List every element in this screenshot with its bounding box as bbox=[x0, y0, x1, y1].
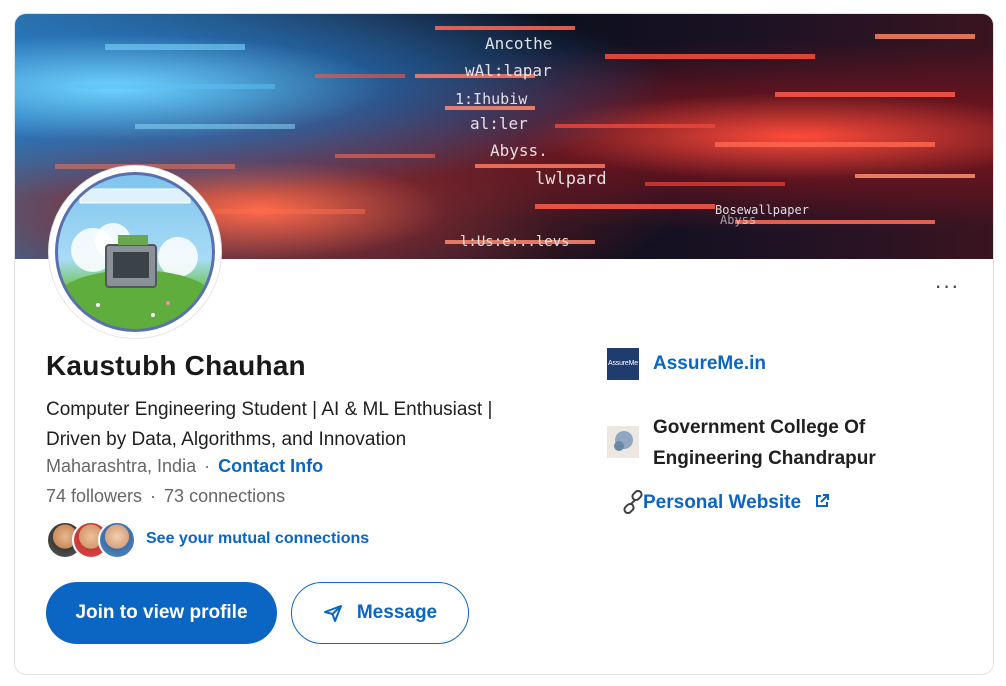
company-name[interactable]: AssureMe.in bbox=[653, 353, 766, 375]
current-company[interactable]: AssureMe AssureMe.in bbox=[607, 348, 967, 380]
college-logo-icon bbox=[614, 431, 633, 451]
location-row: Maharashtra, India · Contact Info bbox=[46, 456, 323, 477]
personal-website-link[interactable]: Personal Website bbox=[643, 492, 830, 514]
location-text: Maharashtra, India bbox=[46, 456, 197, 476]
avatar bbox=[55, 172, 215, 332]
profile-headline: Computer Engineering Student | AI & ML E… bbox=[46, 395, 546, 455]
education[interactable]: Government College Of Engineering Chandr… bbox=[607, 402, 967, 469]
more-options-button[interactable]: ··· bbox=[931, 275, 963, 299]
svg-text:1:Ihubiw: 1:Ihubiw bbox=[455, 90, 528, 108]
avatar-illustration bbox=[58, 188, 212, 329]
profile-card: Ancothe wAl:lapar 1:Ihubiw al:ler Abyss.… bbox=[14, 13, 994, 675]
svg-text:Ancothe: Ancothe bbox=[485, 34, 552, 53]
svg-text:lwlpard: lwlpard bbox=[535, 169, 607, 189]
external-link-icon bbox=[816, 494, 830, 507]
college-line-1: Government College Of bbox=[653, 417, 866, 438]
college-logo bbox=[607, 426, 639, 458]
followers-count: 74 followers bbox=[46, 486, 143, 506]
network-stats: 74 followers · 73 connections bbox=[46, 486, 285, 507]
see-mutual-connections-link[interactable]: See your mutual connections bbox=[146, 530, 369, 548]
svg-text:wAl:lapar: wAl:lapar bbox=[465, 61, 552, 80]
join-to-view-profile-button[interactable]: Join to view profile bbox=[46, 582, 277, 644]
message-button[interactable]: Message bbox=[291, 582, 469, 644]
headline-line-2: Driven by Data, Algorithms, and Innovati… bbox=[46, 429, 407, 450]
headline-line-1: Computer Engineering Student | AI & ML E… bbox=[46, 399, 493, 420]
separator-dot: · bbox=[204, 456, 211, 476]
message-label: Message bbox=[356, 602, 438, 623]
svg-text:Abyss.: Abyss. bbox=[490, 141, 548, 160]
company-logo: AssureMe bbox=[607, 348, 639, 380]
link-icon bbox=[623, 490, 643, 514]
mutual-avatars bbox=[46, 521, 136, 559]
contact-info-link[interactable]: Contact Info bbox=[218, 456, 323, 476]
svg-text:l:Us:e:..levs: l:Us:e:..levs bbox=[460, 234, 570, 250]
connections-count: 73 connections bbox=[164, 486, 286, 506]
profile-name: Kaustubh Chauhan bbox=[46, 350, 306, 381]
ellipsis-icon: ··· bbox=[934, 273, 960, 298]
separator-dot: · bbox=[150, 486, 157, 506]
profile-photo[interactable] bbox=[49, 166, 221, 338]
college-name: Government College Of Engineering Chandr… bbox=[653, 412, 876, 474]
avatar bbox=[98, 521, 136, 559]
send-icon bbox=[323, 605, 342, 622]
svg-text:al:ler: al:ler bbox=[470, 114, 528, 133]
college-line-2: Engineering Chandrapur bbox=[653, 448, 876, 469]
personal-website-label: Personal Website bbox=[643, 492, 802, 513]
svg-text:Abyss: Abyss bbox=[720, 213, 756, 227]
